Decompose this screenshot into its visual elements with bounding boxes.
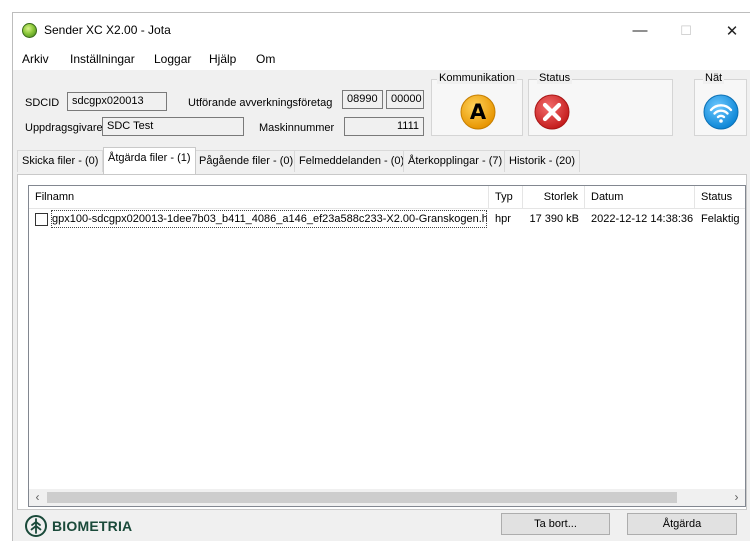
status-group: Status [528,72,673,136]
atgarda-button[interactable]: Åtgärda [627,513,737,535]
scrollbar-thumb[interactable] [47,492,677,503]
tab-aterkopplingar[interactable]: Återkopplingar - (7) [403,150,508,172]
kommunikation-group: Kommunikation A [431,72,523,136]
app-window: Sender XC X2.00 - Jota — ☐ ✕ Arkiv Instä… [12,12,750,541]
cell-storlek: 17 390 kB [529,213,579,225]
biometria-logo-text: BIOMETRIA [52,518,133,534]
foretag-label: Utförande avverkningsföretag [188,97,333,109]
tab-panel: Filnamn Typ Storlek Datum Status gpx100-… [17,174,747,510]
sdcid-label: SDCID [25,97,60,109]
tab-atgarda-filer[interactable]: Åtgärda filer - (1) [103,147,196,174]
scroll-left-icon[interactable]: ‹ [29,489,46,506]
menu-hjalp[interactable]: Hjälp [209,52,236,66]
cell-typ: hpr [495,213,511,225]
uppdragsgivare-label: Uppdragsgivare [25,122,103,134]
title-bar: Sender XC X2.00 - Jota — ☐ ✕ [13,13,750,48]
ta-bort-button[interactable]: Ta bort... [501,513,610,535]
table-row[interactable]: gpx100-sdcgpx020013-1dee7b03_b411_4086_a… [29,210,745,228]
column-headers: Filnamn Typ Storlek Datum Status [29,186,745,209]
maskinnummer-label: Maskinnummer [259,122,335,134]
tab-historik[interactable]: Historik - (20) [504,150,581,172]
tab-skicka-filer[interactable]: Skicka filer - (0) [17,150,104,172]
row-checkbox[interactable] [35,213,48,226]
menu-installningar[interactable]: Inställningar [70,52,135,66]
close-button[interactable]: ✕ [709,13,750,48]
error-x-icon [534,94,570,130]
app-icon [22,23,37,38]
biometria-logo-icon [25,515,47,537]
tab-strip: Skicka filer - (0) Åtgärda filer - (1) P… [17,147,737,175]
sdcid-field[interactable]: sdcgpx020013 [67,92,167,111]
column-filnamn[interactable]: Filnamn [29,186,489,209]
column-typ[interactable]: Typ [489,186,523,209]
kommunikation-title: Kommunikation [437,72,517,84]
nat-title: Nät [703,72,725,84]
maskinnummer-field[interactable]: 1111 [344,117,424,136]
cell-filnamn: gpx100-sdcgpx020013-1dee7b03_b411_4086_a… [51,210,487,228]
column-datum[interactable]: Datum [585,186,695,209]
horizontal-scrollbar[interactable]: ‹ › [29,489,745,506]
foretag-field-2[interactable]: 00000 [386,90,424,109]
cell-status: Felaktig [701,213,740,225]
maximize-button[interactable]: ☐ [663,13,709,48]
menu-loggar[interactable]: Loggar [154,52,191,66]
menu-om[interactable]: Om [256,52,275,66]
foretag-field-1[interactable]: 08990 [342,90,383,109]
minimize-button[interactable]: — [617,13,663,48]
tab-pagaende-filer[interactable]: Pågående filer - (0) [194,150,299,172]
file-list[interactable]: Filnamn Typ Storlek Datum Status gpx100-… [28,185,746,507]
nat-group: Nät [694,72,747,136]
biometria-logo: BIOMETRIA [25,515,132,537]
status-title: Status [537,72,573,84]
column-storlek[interactable]: Storlek [523,186,585,209]
cell-datum: 2022-12-12 14:38:36 [591,213,694,225]
scroll-right-icon[interactable]: › [728,489,745,506]
kommunikation-letter: A [470,100,487,124]
menu-arkiv[interactable]: Arkiv [22,52,49,66]
menu-bar: Arkiv Inställningar Loggar Hjälp Om [13,48,750,70]
uppdragsgivare-field[interactable]: SDC Test [102,117,244,136]
column-status[interactable]: Status [695,186,745,209]
window-title: Sender XC X2.00 - Jota [44,23,171,37]
tab-felmeddelanden[interactable]: Felmeddelanden - (0) [294,150,410,172]
wifi-icon [703,94,739,130]
kommunikation-a-icon: A [460,94,496,130]
